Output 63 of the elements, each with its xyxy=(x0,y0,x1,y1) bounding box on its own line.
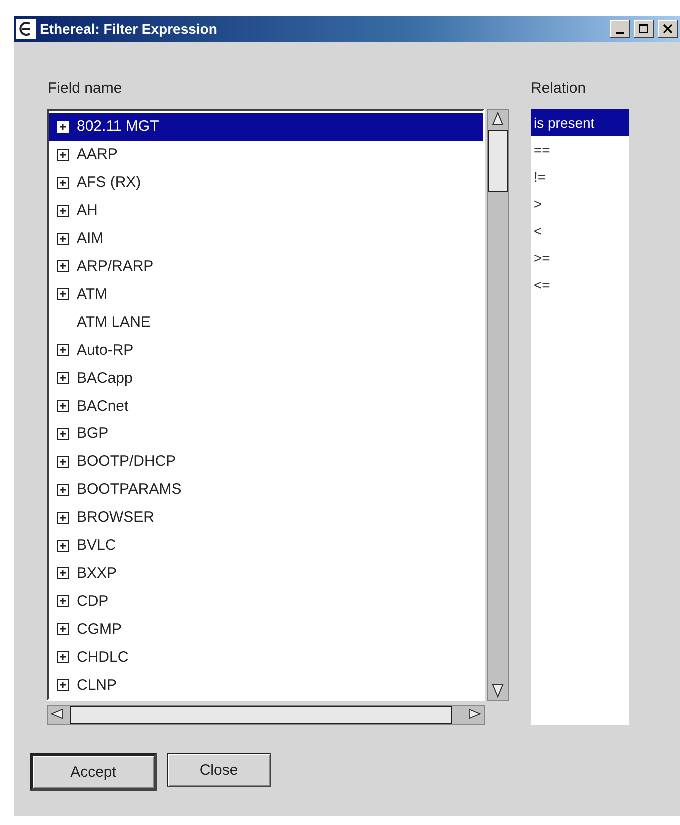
relation-item[interactable]: >= xyxy=(531,244,629,271)
expand-icon[interactable] xyxy=(57,567,69,580)
expand-icon[interactable] xyxy=(57,540,69,552)
expand-icon[interactable] xyxy=(57,595,69,608)
field-item[interactable]: ARP/RARP xyxy=(49,252,483,280)
expand-icon[interactable] xyxy=(57,288,69,300)
field-item[interactable]: 802.11 MGT xyxy=(49,113,483,141)
field-item[interactable]: AARP xyxy=(49,140,483,169)
relation-item[interactable]: > xyxy=(531,190,629,217)
field-item[interactable]: BACnet xyxy=(49,392,483,420)
expand-icon[interactable] xyxy=(57,512,69,524)
field-item[interactable]: BOOTPARAMS xyxy=(49,476,483,504)
relation-item[interactable]: == xyxy=(531,136,629,163)
field-item[interactable]: BVLC xyxy=(49,532,483,560)
field-item[interactable]: ATM LANE xyxy=(49,308,483,336)
field-item[interactable]: CLNP xyxy=(49,671,483,700)
expand-icon[interactable] xyxy=(57,344,69,356)
field-item[interactable]: BACapp xyxy=(49,364,483,392)
vertical-scrollbar[interactable] xyxy=(487,109,509,701)
close-button[interactable]: Close xyxy=(167,753,271,787)
relation-item[interactable]: <= xyxy=(531,271,629,298)
relation-item[interactable]: < xyxy=(531,217,629,244)
field-item[interactable]: BGP xyxy=(49,420,483,448)
horizontal-scrollbar[interactable] xyxy=(47,705,485,725)
relation-label: Relation xyxy=(531,80,588,97)
accept-button[interactable]: Accept xyxy=(30,753,157,791)
window-title: Ethereal: Filter Expression xyxy=(40,21,218,37)
expand-icon[interactable] xyxy=(57,651,69,664)
expand-icon[interactable] xyxy=(57,232,69,245)
field-item[interactable]: AH xyxy=(49,196,483,225)
app-icon xyxy=(16,19,36,39)
expand-icon[interactable] xyxy=(57,176,69,189)
field-item[interactable]: CHDLC xyxy=(49,643,483,672)
minimize-icon xyxy=(616,32,624,34)
minimize-button[interactable] xyxy=(610,20,630,38)
expand-icon[interactable] xyxy=(57,204,69,217)
close-icon xyxy=(663,24,673,34)
field-item[interactable]: AFS (RX) xyxy=(49,168,483,197)
expand-icon[interactable] xyxy=(57,679,69,692)
expand-icon[interactable] xyxy=(57,456,69,468)
relation-item[interactable]: != xyxy=(531,163,629,190)
field-item[interactable]: BROWSER xyxy=(49,504,483,532)
expand-icon[interactable] xyxy=(57,260,69,272)
field-item[interactable]: Auto-RP xyxy=(49,336,483,364)
maximize-icon xyxy=(639,24,649,34)
close-button[interactable] xyxy=(658,20,678,38)
scroll-thumb[interactable] xyxy=(488,130,508,192)
expand-icon[interactable] xyxy=(57,428,69,440)
expand-icon[interactable] xyxy=(57,623,69,636)
expand-icon[interactable] xyxy=(57,372,69,384)
field-item[interactable]: BXXP xyxy=(49,560,483,588)
maximize-button[interactable] xyxy=(634,20,654,38)
expand-icon[interactable] xyxy=(57,148,69,161)
field-item[interactable]: AIM xyxy=(49,224,483,253)
expand-icon[interactable] xyxy=(57,400,69,412)
field-name-label: Field name xyxy=(48,80,124,97)
field-item[interactable]: CGMP xyxy=(49,615,483,644)
relation-item[interactable]: is present xyxy=(531,109,629,136)
field-item[interactable]: CDP xyxy=(49,587,483,616)
field-item[interactable]: ATM xyxy=(49,280,483,308)
scroll-thumb[interactable] xyxy=(70,706,452,724)
expand-icon[interactable] xyxy=(57,484,69,496)
field-item[interactable]: BOOTP/DHCP xyxy=(49,448,483,476)
